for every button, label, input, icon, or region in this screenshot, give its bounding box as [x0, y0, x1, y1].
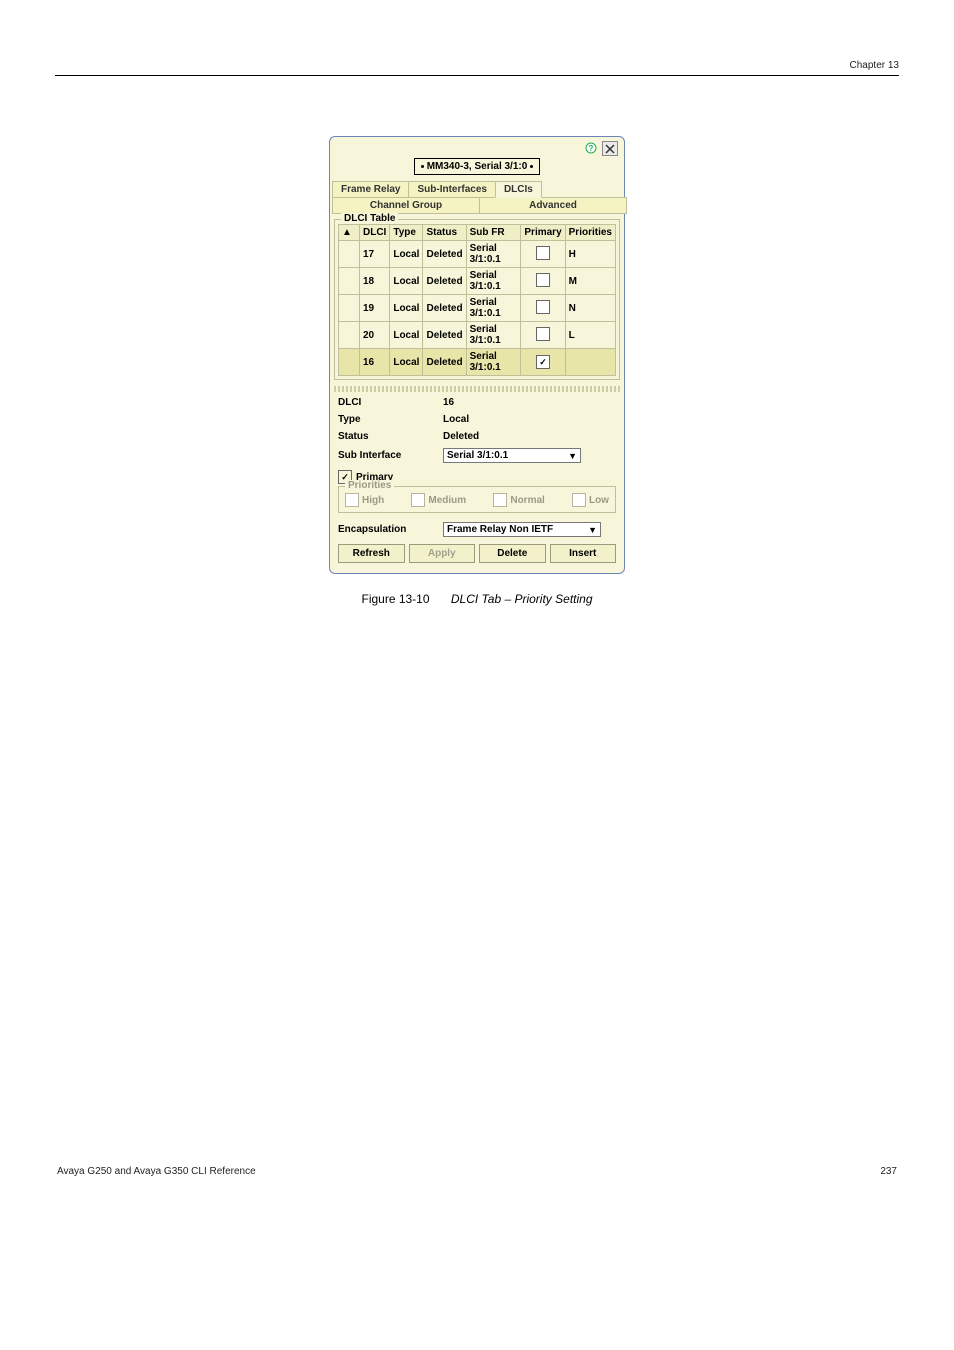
- footer-left: Avaya G250 and Avaya G350 CLI Reference: [57, 1166, 256, 1177]
- splitter-grip[interactable]: [334, 386, 620, 392]
- cell-type: Local: [390, 241, 423, 268]
- cell-status: Deleted: [423, 295, 466, 322]
- table-row[interactable]: 20 Local Deleted Serial 3/1:0.1 L: [339, 322, 616, 349]
- prio-medium-checkbox[interactable]: [411, 493, 425, 507]
- prio-low-label: Low: [589, 495, 609, 506]
- table-row[interactable]: 18 Local Deleted Serial 3/1:0.1 M: [339, 268, 616, 295]
- col-dlci[interactable]: DLCI: [360, 225, 390, 241]
- divider: [55, 75, 899, 76]
- titlebar: ?: [330, 137, 624, 158]
- bc-dot-icon: [530, 165, 533, 168]
- delete-button[interactable]: Delete: [479, 544, 546, 563]
- chevron-down-icon: ▼: [568, 451, 577, 461]
- tab-advanced[interactable]: Advanced: [479, 197, 627, 214]
- cell-subfr: Serial 3/1:0.1: [466, 349, 521, 376]
- subif-value: Serial 3/1:0.1: [447, 450, 508, 461]
- chapter-label: Chapter 13: [55, 60, 899, 71]
- breadcrumb: MM340-3, Serial 3/1:0: [414, 158, 541, 175]
- cell-prio: H: [565, 241, 615, 268]
- col-sort[interactable]: ▲: [339, 225, 360, 241]
- cell-prio: [565, 349, 615, 376]
- col-primary[interactable]: Primary: [521, 225, 565, 241]
- breadcrumb-text: MM340-3, Serial 3/1:0: [427, 161, 528, 172]
- encap-label: Encapsulation: [338, 524, 443, 535]
- prio-normal-checkbox[interactable]: [493, 493, 507, 507]
- cell-prio: N: [565, 295, 615, 322]
- button-row: Refresh Apply Delete Insert: [330, 540, 624, 565]
- prio-normal-label: Normal: [510, 495, 544, 506]
- table-row[interactable]: 16 Local Deleted Serial 3/1:0.1: [339, 349, 616, 376]
- dlci-panel: ? MM340-3, Serial 3/1:0 Frame Relay Sub-…: [329, 136, 625, 574]
- status-value: Deleted: [443, 431, 616, 442]
- tab-sub-interfaces[interactable]: Sub-Interfaces: [408, 181, 495, 198]
- prio-high-label: High: [362, 495, 384, 506]
- cell-status: Deleted: [423, 322, 466, 349]
- prio-medium-label: Medium: [428, 495, 466, 506]
- primary-checkbox[interactable]: [536, 246, 550, 260]
- cell-prio: M: [565, 268, 615, 295]
- prio-high-checkbox[interactable]: [345, 493, 359, 507]
- figure-caption: Figure 13-10 DLCI Tab – Priority Setting: [55, 592, 899, 606]
- table-row[interactable]: 17 Local Deleted Serial 3/1:0.1 H: [339, 241, 616, 268]
- page-footer: Avaya G250 and Avaya G350 CLI Reference …: [55, 1166, 899, 1177]
- type-value: Local: [443, 414, 616, 425]
- svg-text:?: ?: [589, 144, 594, 153]
- insert-button[interactable]: Insert: [550, 544, 617, 563]
- help-icon[interactable]: ?: [584, 141, 598, 154]
- dlci-value: 16: [443, 397, 616, 408]
- priorities-legend: Priorities: [345, 480, 394, 491]
- encap-value: Frame Relay Non IETF: [447, 524, 553, 535]
- figure-number: Figure 13-10: [361, 592, 429, 606]
- figure-title: DLCI Tab – Priority Setting: [451, 592, 593, 606]
- cell-subfr: Serial 3/1:0.1: [466, 295, 521, 322]
- tab-frame-relay[interactable]: Frame Relay: [332, 181, 409, 198]
- tab-row-2: Channel Group Advanced: [332, 197, 626, 213]
- footer-right: 237: [880, 1166, 897, 1177]
- cell-dlci: 19: [360, 295, 390, 322]
- cell-status: Deleted: [423, 268, 466, 295]
- chevron-down-icon: ▼: [588, 525, 597, 535]
- col-status[interactable]: Status: [423, 225, 466, 241]
- cell-dlci: 20: [360, 322, 390, 349]
- cell-subfr: Serial 3/1:0.1: [466, 241, 521, 268]
- primary-checkbox[interactable]: [536, 355, 550, 369]
- table-row[interactable]: 19 Local Deleted Serial 3/1:0.1 N: [339, 295, 616, 322]
- type-label: Type: [338, 414, 443, 425]
- status-label: Status: [338, 431, 443, 442]
- cell-type: Local: [390, 268, 423, 295]
- apply-button[interactable]: Apply: [409, 544, 476, 563]
- cell-dlci: 18: [360, 268, 390, 295]
- encap-select[interactable]: Frame Relay Non IETF ▼: [443, 522, 601, 537]
- tab-row-1: Frame Relay Sub-Interfaces DLCIs: [332, 181, 622, 197]
- primary-checkbox[interactable]: [536, 273, 550, 287]
- priorities-fieldset: Priorities High Medium Normal Low: [338, 486, 616, 513]
- cell-status: Deleted: [423, 349, 466, 376]
- tab-channel-group[interactable]: Channel Group: [332, 197, 480, 214]
- dlci-table-legend: DLCI Table: [341, 213, 398, 224]
- cell-type: Local: [390, 322, 423, 349]
- dlci-label: DLCI: [338, 397, 443, 408]
- cell-prio: L: [565, 322, 615, 349]
- prio-low-checkbox[interactable]: [572, 493, 586, 507]
- primary-checkbox[interactable]: [536, 327, 550, 341]
- bc-dot-icon: [421, 165, 424, 168]
- refresh-button[interactable]: Refresh: [338, 544, 405, 563]
- col-type[interactable]: Type: [390, 225, 423, 241]
- primary-checkbox[interactable]: [536, 300, 550, 314]
- subif-select[interactable]: Serial 3/1:0.1 ▼: [443, 448, 581, 463]
- tab-dlcis[interactable]: DLCIs: [495, 181, 542, 198]
- subif-label: Sub Interface: [338, 450, 443, 461]
- cell-type: Local: [390, 349, 423, 376]
- dlci-table: ▲ DLCI Type Status Sub FR Primary Priori…: [338, 224, 616, 376]
- dlci-table-fieldset: DLCI Table ▲ DLCI Type Status Sub FR Pri…: [334, 219, 620, 380]
- cell-type: Local: [390, 295, 423, 322]
- col-priorities[interactable]: Priorities: [565, 225, 615, 241]
- cell-status: Deleted: [423, 241, 466, 268]
- close-icon[interactable]: [602, 141, 618, 156]
- col-subfr[interactable]: Sub FR: [466, 225, 521, 241]
- cell-subfr: Serial 3/1:0.1: [466, 268, 521, 295]
- cell-subfr: Serial 3/1:0.1: [466, 322, 521, 349]
- cell-dlci: 17: [360, 241, 390, 268]
- cell-dlci: 16: [360, 349, 390, 376]
